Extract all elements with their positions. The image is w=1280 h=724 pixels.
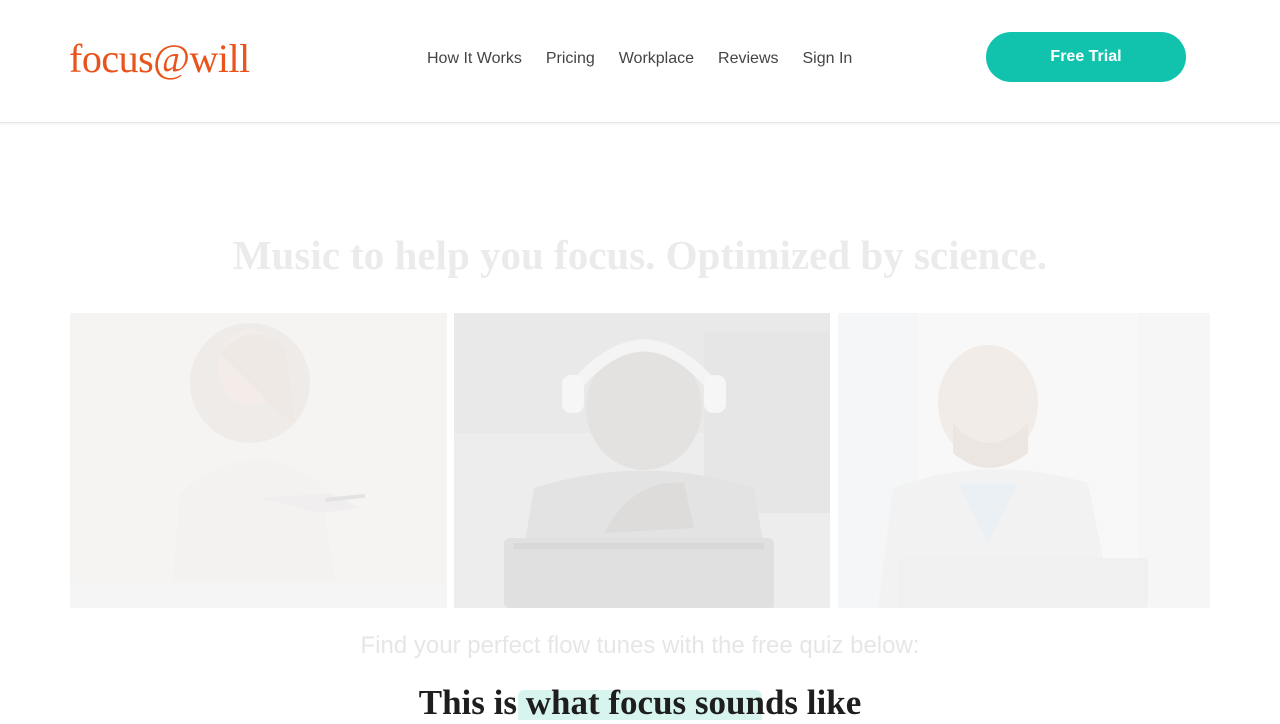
- focusatwill-logo[interactable]: focus@will: [69, 36, 250, 82]
- main-nav: How It Works Pricing Workplace Reviews S…: [427, 48, 852, 72]
- hero-title: Music to help you focus. Optimized by sc…: [232, 232, 1048, 278]
- free-trial-button[interactable]: Free Trial: [986, 32, 1186, 82]
- nav-reviews[interactable]: Reviews: [718, 48, 778, 72]
- photo-man-with-headphones: [454, 313, 830, 608]
- photo-woman-at-desk: [70, 313, 447, 608]
- photo-man-in-jacket: [838, 313, 1210, 608]
- nav-how-it-works[interactable]: How It Works: [427, 48, 522, 72]
- nav-workplace[interactable]: Workplace: [619, 48, 694, 72]
- nav-pricing[interactable]: Pricing: [546, 48, 595, 72]
- section-title: This is what focus sounds like: [418, 683, 862, 722]
- quiz-prompt: Find your perfect flow tunes with the fr…: [360, 632, 920, 659]
- site-header: focus@will How It Works Pricing Workplac…: [0, 0, 1280, 123]
- nav-sign-in[interactable]: Sign In: [803, 48, 853, 72]
